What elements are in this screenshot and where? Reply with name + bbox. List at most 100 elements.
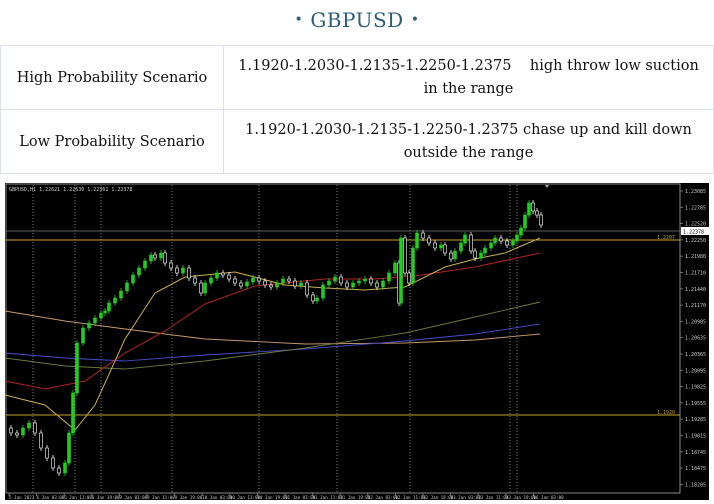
time-tick-label: 11 Jan 03:00 [285, 495, 316, 500]
candle-body [81, 327, 85, 344]
candle-body [45, 447, 49, 459]
candle-body [479, 252, 483, 259]
scenario-label: Low Probability Scenario [0, 109, 224, 174]
candle-body [493, 237, 497, 244]
time-tick-label: 10 Jan 19:00 [257, 495, 288, 500]
candle-body [119, 290, 123, 299]
candle-body [499, 237, 503, 242]
scenario-row-high: High Probability Scenario 1.1920-1.2030-… [0, 45, 714, 110]
candle-body [299, 282, 303, 287]
candle-body [293, 280, 297, 287]
time-tick-label: 12 Jan 11:00 [395, 495, 426, 500]
page-title: • GBPUSD • [0, 0, 714, 40]
candle-body [159, 252, 163, 259]
price-tick-label: 1.19285 [685, 417, 706, 423]
price-tick-label: 1.21980 [685, 254, 706, 260]
price-tick-label: 1.22520 [685, 222, 706, 228]
time-tick-label: 11 Jan 11:00 [313, 495, 344, 500]
candle-body [269, 284, 273, 288]
candle-body [143, 260, 147, 269]
price-tick-label: 1.21710 [685, 271, 706, 277]
price-tick-label: 1.20095 [685, 368, 706, 374]
candle-body [363, 278, 367, 282]
candle-body [27, 422, 31, 429]
time-tick-label: 6 Jan 11:00 [64, 495, 92, 500]
chart-canvas[interactable]: 1.23085 1.22785 1.22520 1.22250 1.21980 1.217… [4, 183, 709, 500]
candle-body [215, 272, 219, 279]
candle-body [459, 242, 463, 252]
candle-body [287, 278, 291, 282]
scenario-label: High Probability Scenario [0, 45, 224, 110]
candle-body [149, 254, 153, 262]
candle-body [125, 282, 129, 292]
candle-body [357, 280, 361, 284]
candle-body [87, 322, 91, 329]
candle-body [411, 247, 415, 284]
candle-body [15, 432, 19, 436]
candle-body [311, 294, 315, 302]
price-tick-label: 1.18205 [685, 482, 706, 488]
candle-body [263, 280, 267, 286]
candle-body [221, 272, 225, 276]
candle-body [489, 242, 493, 249]
time-tick-label: 11 Jan 19:00 [340, 495, 371, 500]
level-lower-label: 1.1920 [657, 410, 675, 416]
candle-body [257, 277, 261, 282]
candle-body [169, 262, 173, 269]
candle-body [227, 274, 231, 280]
candle-body [407, 272, 411, 284]
scenario-table: High Probability Scenario 1.1920-1.2030-… [0, 45, 714, 174]
candle-body [427, 237, 431, 244]
candle-body [399, 237, 403, 304]
candle-body [387, 272, 391, 282]
scenario-row-low: Low Probability Scenario 1.1920-1.2030-1… [0, 109, 714, 174]
candle-body [199, 282, 203, 294]
time-tick-label: 9 Jan 11:00 [147, 495, 175, 500]
candle-body [63, 462, 67, 474]
time-tick-label: 16 Jan 03:00 [533, 495, 564, 500]
candle-body [281, 278, 285, 284]
time-tick-label: 9 Jan 03:00 [119, 495, 147, 500]
candle-body [275, 282, 279, 288]
time-tick-label: 13 Jan 03:00 [451, 495, 482, 500]
candle-body [469, 234, 473, 252]
candle-body [305, 282, 309, 296]
candle-body [245, 281, 249, 287]
price-tick-label: 1.22250 [685, 238, 706, 244]
candle-body [75, 342, 79, 394]
time-tick-label: 13 Jan 11:00 [478, 495, 509, 500]
candle-body [473, 250, 477, 259]
candle-body [175, 267, 179, 274]
candle-body [333, 276, 337, 282]
price-tick-label: 1.18475 [685, 466, 706, 472]
price-tick-label: 1.20365 [685, 352, 706, 358]
price-tick-label: 1.19555 [685, 401, 706, 407]
time-tick-label: 5 Jan 2023 [9, 495, 35, 500]
price-tick-label: 1.22785 [685, 205, 706, 211]
candle-body [527, 202, 531, 216]
price-tick-label: 1.19825 [685, 385, 706, 391]
price-chart[interactable]: 1.23085 1.22785 1.22520 1.22250 1.21980 1.217… [4, 183, 709, 500]
scenario-value: 1.1920-1.2030-1.2135-1.2250-1.2375 chase… [223, 109, 714, 174]
time-tick-label: 12 Jan 03:00 [368, 495, 399, 500]
candle-body [393, 262, 397, 274]
candle-body [9, 427, 13, 434]
time-tick-label: 9 Jan 19:00 [175, 495, 203, 500]
candle-body [93, 317, 97, 324]
candle-body [51, 457, 55, 469]
candle-body [181, 267, 185, 274]
time-tick-label: 13 Jan 19:00 [506, 495, 537, 500]
price-tick-label: 1.21440 [685, 287, 706, 293]
current-price-label: 1.22378 [683, 230, 704, 236]
time-axis: 5 Jan 2023 6 Jan 03:00 6 Jan 11:00 6 Jan 19… [8, 493, 564, 500]
candle-body [107, 302, 111, 312]
candle-body [187, 267, 191, 279]
candle-body [99, 312, 103, 319]
scenario-value: 1.1920-1.2030-1.2135-1.2250-1.2375 high … [223, 45, 714, 110]
candle-body [203, 282, 207, 294]
candle-body [523, 214, 527, 229]
candle-body [339, 276, 343, 284]
candle-body [239, 282, 243, 287]
candle-body [315, 297, 319, 302]
candle-body [39, 432, 43, 449]
